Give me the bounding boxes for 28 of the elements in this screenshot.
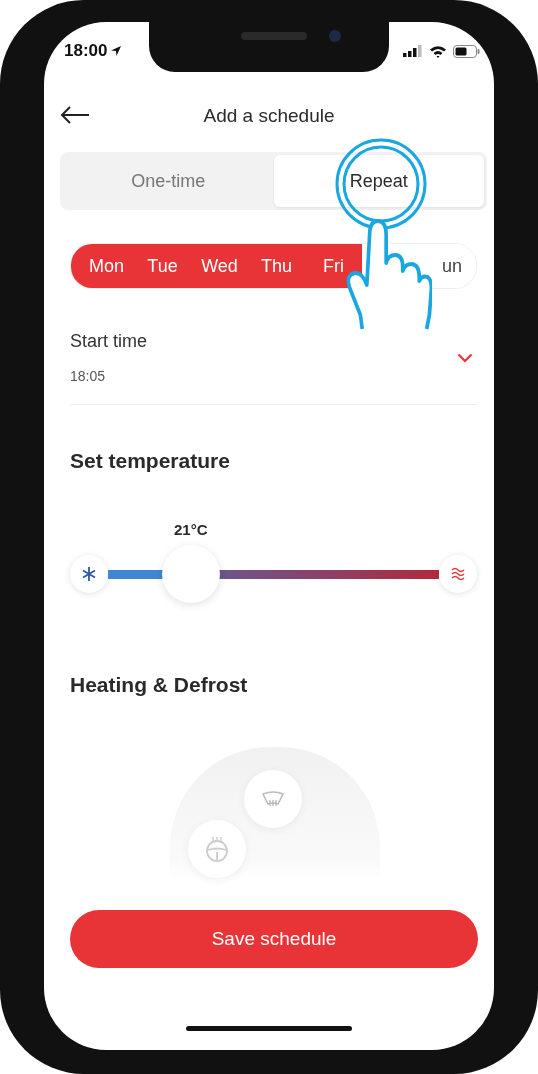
slider-thumb[interactable] [161,545,220,603]
location-arrow-icon [110,45,123,57]
weekday-toggle[interactable]: Mon [71,244,134,288]
weekday-toggle[interactable]: Tue [134,244,191,288]
signal-icon [403,45,423,57]
page-title: Add a schedule [203,105,335,127]
status-time: 18:00 [64,41,108,61]
section-heading: Heating & Defrost [70,673,249,697]
heat-waves-icon [439,555,477,593]
mode-tab[interactable]: Repeat [273,155,484,207]
back-arrow-icon [60,106,90,124]
start-time-value: 18:05 [70,368,107,384]
steering-wheel-heat-icon [205,836,229,862]
save-schedule-button[interactable]: Save schedule [70,910,478,968]
temperature-reading: 21°C [174,521,208,538]
windshield-defrost-icon [262,791,284,807]
section-heading: Set temperature [70,449,231,473]
mode-tab[interactable]: One-time [63,155,274,207]
weekday-toggle[interactable]: Fri [305,244,362,288]
weekday-toggle[interactable]: Wed [191,244,248,288]
snowflake-icon [70,555,108,593]
wifi-icon [429,44,447,58]
weekday-toggle[interactable]: Thu [248,244,305,288]
start-time-label: Start time [70,331,148,352]
temperature-slider[interactable] [108,545,439,603]
back-button[interactable] [60,106,90,124]
chevron-down-icon[interactable] [457,352,473,363]
battery-icon [453,44,480,58]
